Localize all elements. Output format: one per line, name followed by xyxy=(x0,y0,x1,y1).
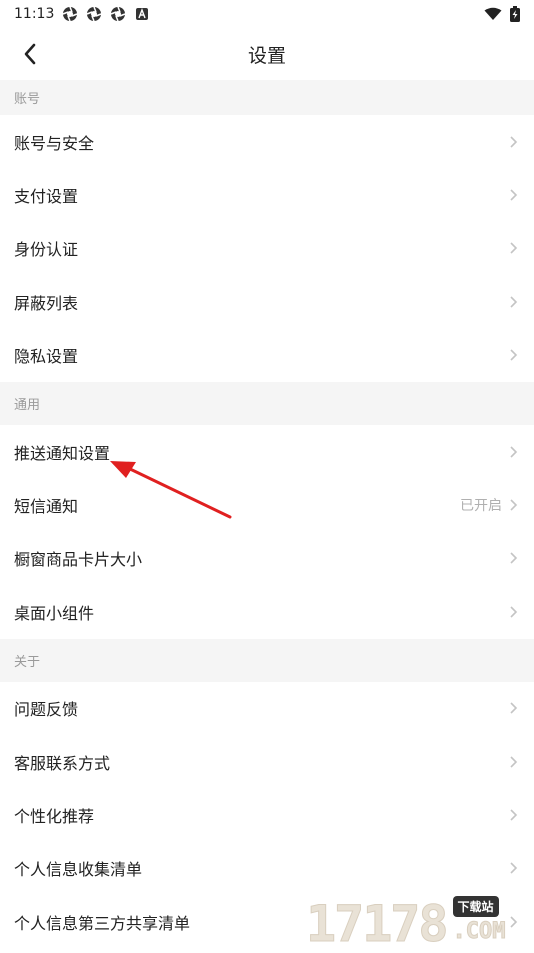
settings-item-label: 身份认证 xyxy=(14,240,79,260)
watermark-badge: 下载站 xyxy=(452,896,499,917)
settings-item-account-security[interactable]: 账号与安全 xyxy=(0,115,534,168)
chevron-right-icon xyxy=(510,552,518,564)
settings-item-card-size[interactable]: 橱窗商品卡片大小 xyxy=(0,532,534,585)
settings-item-label: 个性化推荐 xyxy=(14,806,95,826)
settings-item-value-wrap: 已开启 xyxy=(460,495,518,515)
watermark-domain: .COM xyxy=(452,919,506,945)
a-badge-icon xyxy=(136,8,149,20)
chevron-right-icon xyxy=(510,296,518,308)
aperture-icon xyxy=(63,6,78,22)
settings-item-personalized-recommendation[interactable]: 个性化推荐 xyxy=(0,788,534,841)
app-header: 设置 xyxy=(0,28,534,80)
status-right xyxy=(484,6,520,22)
section-header-account: 账号 xyxy=(0,80,534,115)
chevron-right-icon xyxy=(510,862,518,874)
back-button[interactable] xyxy=(16,40,44,68)
status-bar: 11:13 xyxy=(0,0,534,28)
chevron-right-icon xyxy=(510,756,518,768)
sms-status-value: 已开启 xyxy=(460,498,502,515)
section-header-general: 通用 xyxy=(0,381,534,425)
chevron-right-icon xyxy=(510,809,518,821)
settings-item-payment[interactable]: 支付设置 xyxy=(0,168,534,221)
chevron-left-icon xyxy=(24,43,36,65)
status-left: 11:13 xyxy=(14,6,150,22)
watermark-logo: 17178 下载站 .COM xyxy=(306,888,534,953)
chevron-right-icon xyxy=(510,606,518,618)
settings-item-label: 个人信息收集清单 xyxy=(14,860,143,880)
settings-item-desktop-widget[interactable]: 桌面小组件 xyxy=(0,585,534,638)
settings-item-label: 橱窗商品卡片大小 xyxy=(14,550,143,570)
watermark-number: 17178 xyxy=(306,895,450,953)
aperture-icon xyxy=(111,6,126,22)
status-time: 11:13 xyxy=(14,6,55,22)
settings-item-label: 短信通知 xyxy=(14,497,79,517)
settings-item-push-notifications[interactable]: 推送通知设置 xyxy=(0,425,534,478)
settings-item-label: 桌面小组件 xyxy=(14,603,95,623)
page-title: 设置 xyxy=(247,44,286,67)
settings-item-label: 客服联系方式 xyxy=(14,753,111,773)
wifi-icon xyxy=(484,7,502,20)
aperture-icon xyxy=(87,6,102,22)
chevron-right-icon xyxy=(510,136,518,148)
settings-item-customer-service[interactable]: 客服联系方式 xyxy=(0,735,534,788)
settings-item-sms-notifications[interactable]: 短信通知 已开启 xyxy=(0,478,534,531)
settings-item-label: 账号与安全 xyxy=(14,133,95,153)
settings-item-privacy[interactable]: 隐私设置 xyxy=(0,329,534,382)
chevron-right-icon xyxy=(510,446,518,458)
chevron-right-icon xyxy=(510,189,518,201)
chevron-right-icon xyxy=(510,242,518,255)
settings-item-label: 个人信息第三方共享清单 xyxy=(14,913,191,933)
settings-item-feedback[interactable]: 问题反馈 xyxy=(0,682,534,735)
settings-item-label: 隐私设置 xyxy=(14,347,79,367)
settings-item-label: 推送通知设置 xyxy=(14,443,111,463)
settings-item-label: 问题反馈 xyxy=(14,700,79,720)
battery-charging-icon xyxy=(510,6,520,22)
settings-item-label: 支付设置 xyxy=(14,187,79,207)
watermark-side: 下载站 .COM xyxy=(452,896,506,945)
chevron-right-icon xyxy=(510,349,518,361)
settings-list: 账号 账号与安全 支付设置 身份认证 屏蔽列表 隐私设置 通用 推送通知设置 短… xyxy=(0,80,534,948)
section-header-about: 关于 xyxy=(0,638,534,682)
chevron-right-icon xyxy=(510,499,518,511)
settings-item-label: 屏蔽列表 xyxy=(14,293,79,313)
settings-item-block-list[interactable]: 屏蔽列表 xyxy=(0,275,534,328)
chevron-right-icon xyxy=(510,702,518,714)
settings-item-identity[interactable]: 身份认证 xyxy=(0,222,534,275)
